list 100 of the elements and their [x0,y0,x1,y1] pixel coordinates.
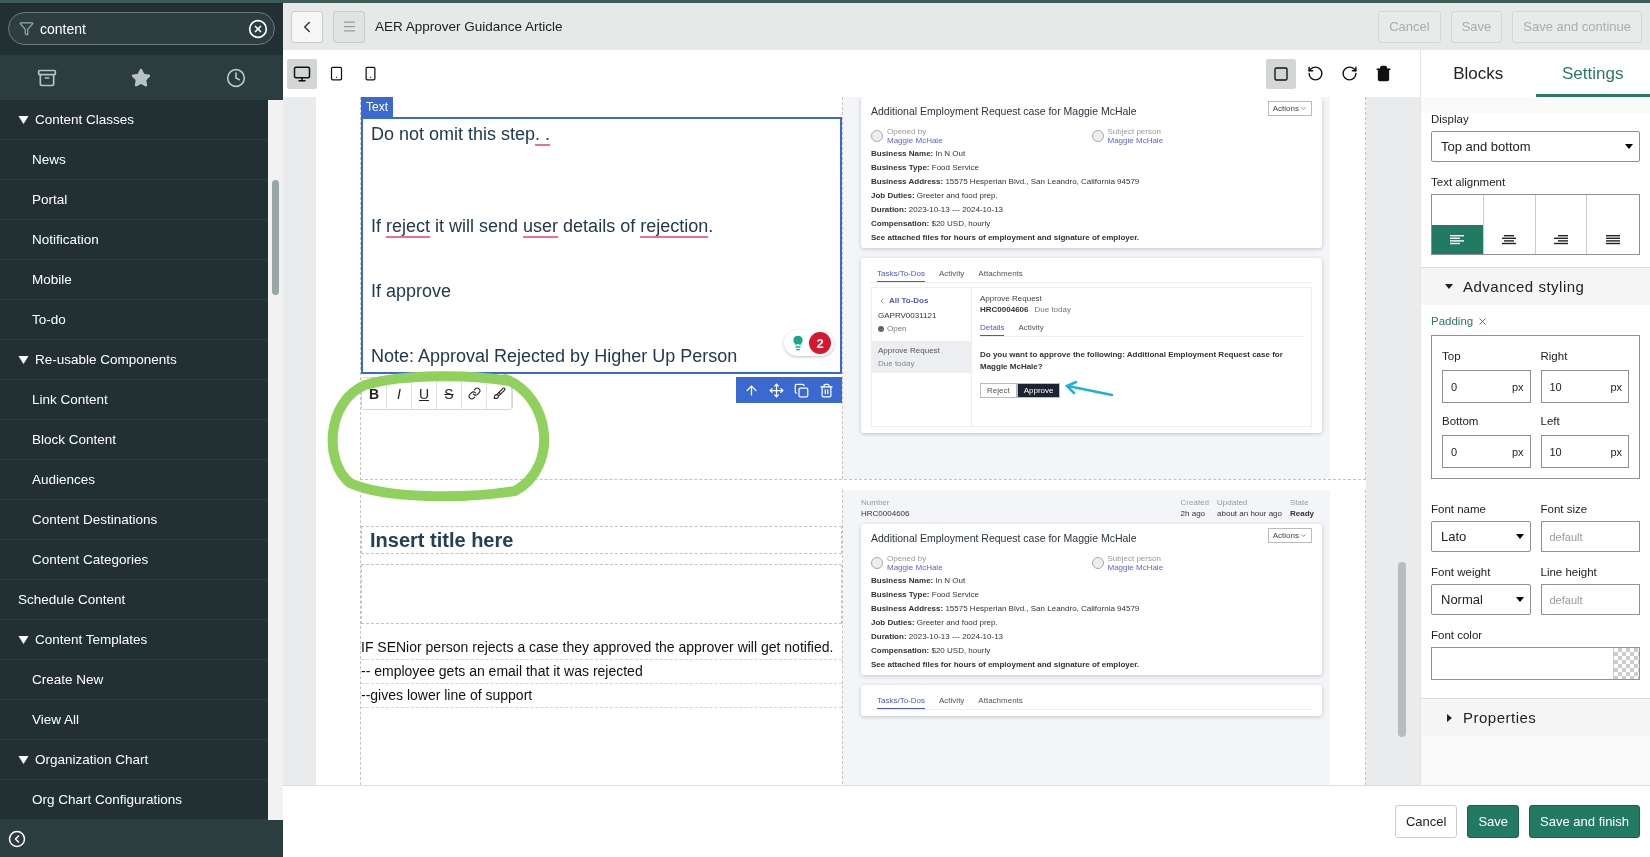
nav-item[interactable]: Re-usable Components [35,352,177,367]
block-tag: Text [361,97,393,117]
font-select[interactable]: Normal [1431,584,1531,615]
nav-item[interactable]: Link Content [32,392,108,407]
trash-icon[interactable] [819,382,834,398]
nav-item[interactable]: Block Content [32,432,117,447]
star-icon[interactable] [131,67,152,88]
scrollbar-thumb[interactable] [1398,562,1406,737]
field-value: 2h ago [1180,509,1207,518]
desktop-view-button[interactable] [287,58,317,89]
align-option[interactable] [1432,195,1484,254]
detail-line: Job Duties: Greeter and food prep. [871,191,999,200]
tab[interactable]: Attachments [978,693,1023,709]
detail-note: See attached files for hours of employment and signature of employer. [871,233,1141,242]
caret-icon[interactable] [18,114,29,125]
tab[interactable]: Tasks/To-Dos [877,266,925,282]
tab[interactable]: Activity [1018,320,1044,336]
paragraph: If approve [371,280,453,302]
page-title: AER Approver Guidance Article [375,19,564,34]
nav-item[interactable]: Notification [32,232,99,247]
display-select[interactable]: Top and bottom [1431,131,1640,162]
copy-icon[interactable] [794,382,809,398]
collapse-icon[interactable] [8,829,26,848]
nav-item[interactable]: Org Chart Configurations [32,792,183,807]
caret-icon [1515,534,1524,539]
nav-item[interactable]: News [32,152,66,167]
nav-item[interactable]: To-do [32,312,66,327]
footer-button[interactable]: Cancel [1395,805,1458,838]
nav-item[interactable]: Content Templates [35,632,148,647]
paragraph: Note: Approval Rejected by Higher Up Person [371,345,739,367]
action-button[interactable]: Reject [980,382,1017,398]
archive-icon[interactable] [37,67,58,88]
field-label: Left [1540,415,1561,427]
nav-item[interactable]: Create New [32,672,104,687]
actions-button[interactable]: Actions [1267,528,1312,543]
nav-item[interactable]: Content Categories [32,552,149,567]
tab[interactable]: Attachments [978,266,1023,282]
lightbulb-icon [790,335,806,351]
person-link[interactable]: Maggie McHale [1107,563,1164,572]
tab[interactable]: Activity [939,693,965,709]
close-icon[interactable] [1477,315,1489,327]
nav-item[interactable]: Schedule Content [18,592,126,607]
person-link[interactable]: Maggie McHale [887,563,943,572]
caret-icon [1445,282,1453,291]
tab[interactable]: Tasks/To-Dos [877,693,925,709]
clock-icon[interactable] [225,67,246,88]
section-header[interactable]: Advanced styling [1421,267,1650,305]
tab[interactable]: Details [980,320,1005,336]
field-label: Font color [1431,629,1484,641]
search-field[interactable]: content [8,12,275,45]
input-field[interactable]: default [1540,521,1640,552]
filter-icon [19,21,34,36]
scrollbar-thumb[interactable] [272,180,279,295]
caret-icon[interactable] [18,634,29,645]
tab[interactable]: Activity [939,266,965,282]
nav-item[interactable]: Content Destinations [32,512,158,527]
nav-item[interactable]: Portal [32,192,68,207]
person-link[interactable]: Maggie McHale [1107,136,1164,145]
padding-field[interactable]: 10 px [1540,435,1629,468]
action-button[interactable]: Approve [1016,382,1061,398]
select-button[interactable] [1266,58,1296,89]
text-line: -- employee gets an email that it was rejected [361,660,842,684]
input-field[interactable]: default [1540,584,1640,615]
footer-button[interactable]: Save [1467,805,1520,838]
back-link[interactable]: All To-Dos [889,296,929,305]
field-value: Ready [1290,509,1314,518]
todo-item[interactable]: Approve Request Due today [872,341,971,373]
person-label: Subject person [1107,127,1162,136]
font-select[interactable]: Lato [1431,521,1531,552]
undo-icon [1306,65,1324,82]
nav-item[interactable]: Organization Chart [35,752,149,767]
field-label: Top [1442,350,1462,362]
nav-item[interactable]: Content Classes [35,112,135,127]
color-field[interactable] [1431,647,1640,680]
section-header[interactable]: Properties [1421,698,1650,736]
field-label: Bottom [1442,415,1480,427]
clear-icon[interactable] [248,18,268,39]
actions-button[interactable]: Actions [1267,101,1312,116]
avatar [1091,557,1104,569]
padding-field[interactable]: 10 px [1540,370,1629,403]
caret-icon[interactable] [18,754,29,765]
field-label: Padding [1431,315,1474,327]
move-up-icon[interactable] [744,382,759,398]
caret-icon [1300,532,1307,539]
nav-item[interactable]: Audiences [32,472,96,487]
paragraph: Do not omit this step. . [371,123,552,145]
padding-field[interactable]: 0 px [1442,370,1531,403]
padding-field[interactable]: 0 px [1442,435,1531,468]
nav-item[interactable]: View All [32,712,80,727]
caret-icon [1515,597,1524,602]
caret-icon[interactable] [18,354,29,365]
back-icon[interactable] [878,296,886,305]
move-icon[interactable] [769,382,784,398]
footer-button[interactable]: Save and finish [1529,805,1640,838]
person-link[interactable]: Maggie McHale [887,136,943,145]
nav-item[interactable]: Mobile [32,272,72,287]
detail-line: Compensation: $20 USD, hourly [871,219,992,228]
field-label: Created [1180,498,1210,507]
field-label: Font name [1431,503,1487,515]
grammar-badge[interactable]: 2 [784,330,834,356]
